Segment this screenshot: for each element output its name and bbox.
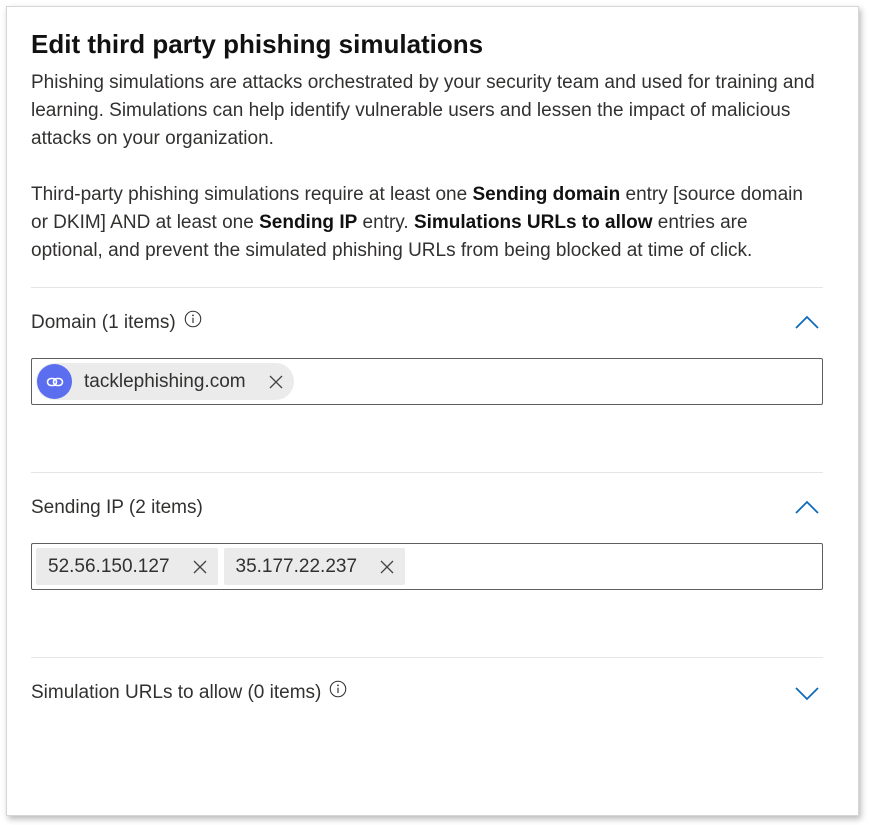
domain-tag-input[interactable]: tacklephishing.com xyxy=(31,358,823,405)
domain-section-title: Domain (1 items) xyxy=(31,312,176,333)
sending-ip-section-title: Sending IP (2 items) xyxy=(31,497,203,518)
chevron-up-icon[interactable] xyxy=(793,313,821,333)
domain-tag-chip: tacklephishing.com xyxy=(36,363,294,400)
ip-tag-chip: 35.177.22.237 xyxy=(223,548,406,585)
req-bold-sending-ip: Sending IP xyxy=(259,212,358,233)
simulation-urls-section-title: Simulation URLs to allow (0 items) xyxy=(31,682,322,703)
remove-tag-icon[interactable] xyxy=(192,559,208,575)
remove-tag-icon[interactable] xyxy=(268,374,284,390)
sending-ip-section-spacer xyxy=(31,590,823,657)
panel-content: Edit third party phishing simulations Ph… xyxy=(31,27,823,728)
requirements-text: Third-party phishing simulations require… xyxy=(31,181,823,265)
remove-tag-icon[interactable] xyxy=(379,559,395,575)
edit-phishing-simulations-panel: Edit third party phishing simulations Ph… xyxy=(6,6,859,816)
chevron-down-icon[interactable] xyxy=(793,683,821,703)
domain-tag-label: tacklephishing.com xyxy=(84,370,246,392)
domain-section-spacer xyxy=(31,405,823,472)
ip-tag-label: 52.56.150.127 xyxy=(48,555,170,577)
sending-ip-section-header[interactable]: Sending IP (2 items) xyxy=(31,473,823,543)
sending-ip-section-title-wrap: Sending IP (2 items) xyxy=(31,497,203,519)
info-icon[interactable] xyxy=(184,310,202,328)
link-icon xyxy=(37,364,72,399)
req-text-1: Third-party phishing simulations require… xyxy=(31,184,473,205)
req-text-3: entry. xyxy=(357,212,414,233)
panel-title: Edit third party phishing simulations xyxy=(31,29,484,59)
ip-tag-label: 35.177.22.237 xyxy=(235,555,358,577)
req-bold-simulation-urls: Simulations URLs to allow xyxy=(413,212,653,233)
domain-section: Domain (1 items) tacklephishing.com xyxy=(31,287,823,472)
simulation-urls-section: Simulation URLs to allow (0 items) xyxy=(31,657,823,728)
ip-tag-chip: 52.56.150.127 xyxy=(36,548,218,585)
info-icon[interactable] xyxy=(329,680,347,698)
domain-section-header[interactable]: Domain (1 items) xyxy=(31,288,823,358)
sending-ip-section: Sending IP (2 items) 52.56.150.127 35.17… xyxy=(31,472,823,657)
sending-ip-tag-input[interactable]: 52.56.150.127 35.177.22.237 xyxy=(31,543,823,590)
req-bold-sending-domain: Sending domain xyxy=(472,184,621,205)
intro-text: Phishing simulations are attacks orchest… xyxy=(31,72,815,149)
chevron-up-icon[interactable] xyxy=(793,498,821,518)
domain-section-title-wrap: Domain (1 items) xyxy=(31,310,202,334)
simulation-urls-section-header[interactable]: Simulation URLs to allow (0 items) xyxy=(31,658,823,728)
simulation-urls-section-title-wrap: Simulation URLs to allow (0 items) xyxy=(31,680,347,704)
